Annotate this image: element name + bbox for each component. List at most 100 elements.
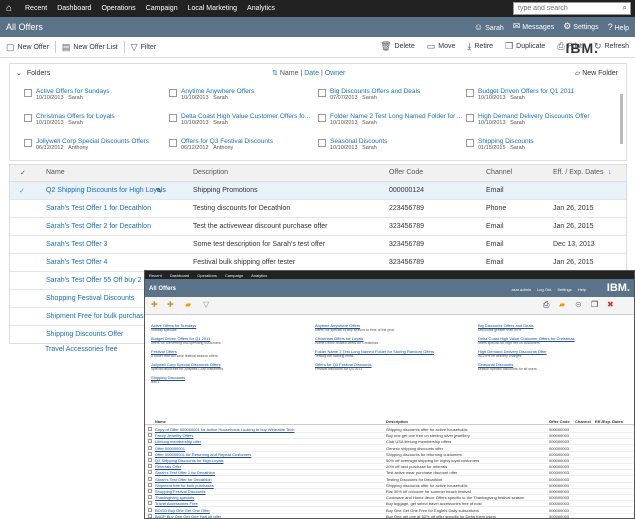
col-dates[interactable]: Eff. / Exp. Dates [553,169,603,176]
home-icon[interactable]: ⌂ [4,3,14,14]
row-checkbox[interactable] [148,495,152,500]
folder-item[interactable]: Christmas Offers for Loyals 10/10/2013 Sa… [24,113,115,127]
folder-item[interactable]: Offers for Q3 Festival Discounts 06/12/20… [169,138,273,152]
check-icon[interactable]: ✓ [19,187,25,195]
row-checkbox[interactable] [148,439,152,444]
nav-analytics[interactable]: Analytics [242,5,280,12]
row-checkbox[interactable] [148,482,152,487]
nav-recent[interactable]: Recent [20,5,52,12]
search-input[interactable] [513,2,631,15]
classic-folder-item[interactable]: Big Discounts Offers and Deals Discounts … [478,323,534,332]
folder-checkbox[interactable] [318,139,326,147]
filter-icon[interactable]: ▽ [203,300,209,309]
row-checkbox[interactable] [148,470,152,475]
retire-button[interactable]: ⤓ Retire [461,41,499,52]
folder-checkbox[interactable] [318,114,326,122]
sort-down-icon[interactable]: ↓ [608,169,612,176]
folder-item[interactable]: Jollywell Corp Special Discounts Offers 0… [24,138,149,152]
search-icon[interactable]: ⌕ [623,3,627,13]
folder-checkbox[interactable] [169,139,177,147]
folder-checkbox[interactable] [169,114,177,122]
col-offer-code[interactable]: Offer Code [389,169,423,176]
table-row[interactable]: Travel Accessories free [9,344,144,362]
new-list-icon[interactable]: ✚ [167,300,174,309]
move-icon[interactable]: ▰ [559,300,565,309]
row-checkbox[interactable] [148,445,152,450]
folder-checkbox[interactable] [24,139,32,147]
row-checkbox[interactable] [148,433,152,438]
move-button[interactable]: ▭ Move [421,41,462,52]
messages-link[interactable]: ✉ Messages [513,21,554,32]
folders-scrollbar[interactable] [620,94,623,144]
message-icon: ✉ [512,21,521,31]
select-all-icon[interactable]: ✓ [20,169,26,177]
folder-checkbox[interactable] [169,89,177,97]
classic-folder-item[interactable]: Jollywell Corp Special Discounts Offers S… [151,362,223,371]
table-row[interactable]: Sarah's Test Offer 3 Some test descripti… [10,236,626,254]
col-channel[interactable]: Channel [486,169,512,176]
help-link[interactable]: ? Help [608,22,629,32]
duplicate-icon[interactable]: ❐ [591,300,598,309]
retire-icon[interactable]: ⊝ [575,300,582,309]
delete-icon[interactable]: ✖ [607,300,614,309]
new-folder-button[interactable]: ▱ New Folder [575,69,618,77]
classic-folder-item[interactable]: Shipping Discounts test 1 [151,375,185,384]
classic-table-row[interactable]: BoGP Buy One Get One Half off offer Buy O… [145,513,634,518]
classic-folder-item[interactable]: Christmas Offers for Loyals Home Decor-re… [315,336,378,345]
folder-item[interactable]: High Demand Delivery Discounts Offer 10/1… [466,113,590,127]
new-offer-icon[interactable]: ✚ [151,300,158,309]
table-row[interactable]: ✓ Q2 Shipping Discounts for High Loyals … [10,182,626,200]
folder-item[interactable]: Delta Coast High Value Customer Offers f… [169,113,310,127]
classic-folder-item[interactable]: Festival Offers A folder that will save f… [151,349,218,358]
folder-item[interactable]: Active Offers for Sundays 10/10/2013 Sara… [24,88,110,102]
row-checkbox[interactable] [148,489,152,493]
duplicate-button[interactable]: ❐ Duplicate [499,41,551,52]
classic-folder-item[interactable]: Active Offers for Sundays Sunday specials [151,323,196,332]
row-checkbox[interactable] [148,427,152,431]
folder-checkbox[interactable] [24,89,32,97]
classic-folder-item[interactable]: Delta Coast High Value Customer Offers f… [478,336,575,345]
folder-sort[interactable]: ⇅ Name | Date | Owner [272,69,345,77]
classic-folder-item[interactable]: Anytime Anywhere Offers offers not specif… [315,323,394,332]
classic-folder-item[interactable]: Budget Driven Offers for Q1 2011 offers f… [151,336,221,345]
folder-checkbox[interactable] [24,114,32,122]
folder-icon[interactable]: ▰ [185,300,191,309]
row-checkbox[interactable] [148,451,152,456]
col-name[interactable]: Name [46,169,65,176]
print-icon[interactable]: ⎙ [543,300,549,310]
classic-folder-item[interactable]: High Demand Delivery Discounts Offer 50-2… [478,349,547,358]
table-row[interactable]: Sarah's Test Offer 1 for Decathlon Testi… [10,200,626,218]
nav-campaign[interactable]: Campaign [141,5,183,12]
classic-folder-item[interactable]: Offers for Q3 Festival Discounts Festival… [315,362,372,371]
edit-icon[interactable]: ✎ [156,187,162,195]
nav-local-marketing[interactable]: Local Marketing [183,5,242,12]
folder-item[interactable]: Anytime Anywhere Offers 10/10/2013 Sarah [169,88,254,102]
row-checkbox[interactable] [148,476,152,481]
folder-item[interactable]: Big Discounts Offers and Deals 07/07/2013… [318,88,420,102]
folder-item[interactable]: Budget Driven Offers for Q1 2011 10/10/20… [466,88,574,102]
row-checkbox[interactable] [148,513,152,518]
classic-folder-item[interactable]: Folder Name 2 Test Long Named Folder for… [315,349,434,358]
col-description[interactable]: Description [193,169,228,176]
new-offer-list-button[interactable]: ▤ New Offer List [56,42,124,53]
row-checkbox[interactable] [148,464,152,469]
row-checkbox[interactable] [148,507,152,512]
nav-operations[interactable]: Operations [96,5,140,12]
folder-item[interactable]: Shipping Discounts 01/15/2015 Sarah [466,138,534,152]
new-offer-button[interactable]: ▢ New Offer [0,42,55,53]
folder-checkbox[interactable] [318,89,326,97]
folder-checkbox[interactable] [466,139,474,147]
user-menu[interactable]: ☺ Sarah [474,22,504,32]
filter-button[interactable]: ▽ Filter [125,42,162,53]
row-checkbox[interactable] [148,458,152,462]
folder-item[interactable]: Seasonal Discounts 10/10/2013 Sarah [318,138,387,152]
settings-link[interactable]: ⚙ Settings [563,21,598,32]
table-row[interactable]: Sarah's Test Offer 2 for Decathlon Test … [10,218,626,236]
folder-checkbox[interactable] [466,89,474,97]
nav-dashboard[interactable]: Dashboard [52,5,96,12]
folder-checkbox[interactable] [466,114,474,122]
classic-folder-item[interactable]: Seasonal Discounts season specific discou… [478,362,537,371]
row-checkbox[interactable] [148,501,152,506]
delete-button[interactable]: 🗑 Delete [374,41,421,52]
folder-item[interactable]: Folder Name 2 Test Long Named Folder for… [318,113,462,127]
